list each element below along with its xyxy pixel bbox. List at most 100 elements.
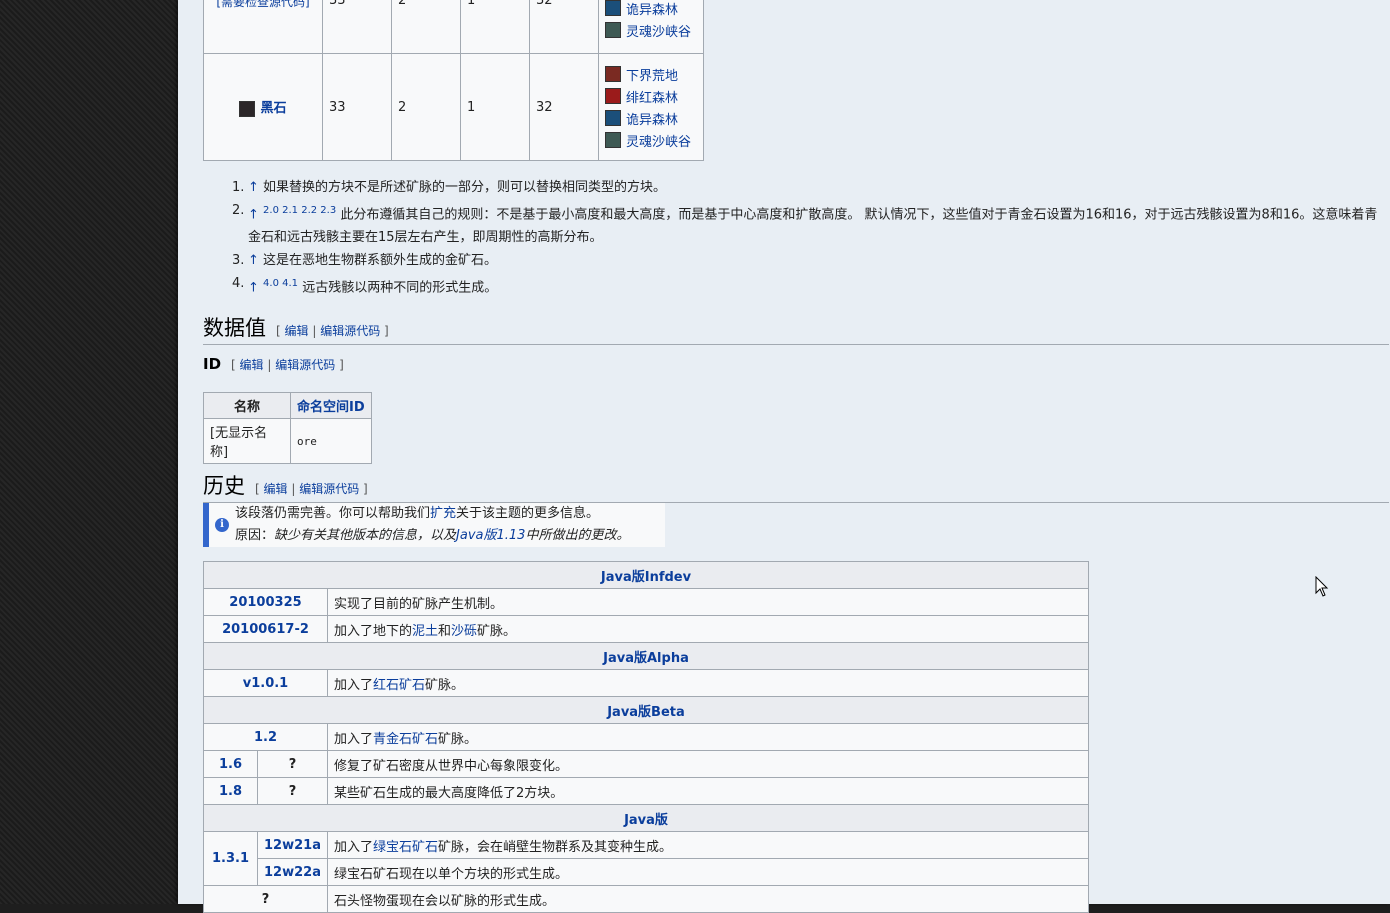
table-row: [需要检查源代码] 33 2 1 32 诡异森林 灵魂沙峡谷	[203, 0, 704, 54]
biome-link[interactable]: 灵魂沙峡谷	[626, 131, 691, 150]
table-cell: 33	[322, 0, 392, 54]
table-row: [无显示名称] ore	[203, 418, 372, 464]
edit-links: [ 编辑 | 编辑源代码 ]	[276, 324, 389, 338]
version-link[interactable]: v1.0.1	[243, 676, 289, 691]
redstone-ore-link[interactable]: 红石矿石	[373, 678, 425, 693]
section-heading-history: 历史[ 编辑 | 编辑源代码 ]	[203, 470, 1389, 503]
table-cell: 2	[391, 53, 461, 161]
biome-link[interactable]: 诡异森林	[626, 109, 678, 128]
nether-wastes-icon	[605, 66, 621, 82]
dirt-link[interactable]: 泥土	[412, 624, 438, 639]
biome-link[interactable]: 灵魂沙峡谷	[626, 21, 691, 40]
backlink-arrow[interactable]: ↑	[248, 207, 259, 222]
table-row: 20100325 实现了目前的矿脉产生机制。	[203, 588, 1090, 616]
edit-source-link[interactable]: 编辑源代码	[320, 324, 380, 338]
article-content: [需要检查源代码] 33 2 1 32 诡异森林 灵魂沙峡谷 黑石 33 2 1…	[178, 0, 1390, 913]
version-link[interactable]: 1.6	[219, 757, 242, 772]
backlink-sups[interactable]: 4.0 4.1	[263, 278, 298, 289]
table-cell: 1	[460, 0, 530, 54]
edit-links: [ 编辑 | 编辑源代码 ]	[255, 482, 368, 496]
footnotes-list: 1. ↑ 如果替换的方块不是所述矿脉的一部分，则可以替换相同类型的方块。 2. ↑ …	[232, 176, 1382, 300]
footnote: 2. ↑ 2.0 2.1 2.2 2.3 此分布遵循其自己的规则：不是基于最小高度…	[232, 203, 1378, 246]
table-cell: 33	[322, 53, 392, 161]
backlink-arrow[interactable]: ↑	[248, 281, 259, 296]
backlink-arrow[interactable]: ↑	[248, 180, 259, 195]
biome-link[interactable]: 下界荒地	[626, 65, 678, 84]
biome-item[interactable]: 绯红森林	[605, 85, 697, 107]
namespaced-id-link[interactable]: 命名空间ID	[297, 400, 365, 415]
snapshot-link[interactable]: 12w22a	[264, 865, 321, 880]
version-link[interactable]: 1.3.1	[212, 851, 249, 866]
beta-header-link[interactable]: Java版Beta	[607, 705, 685, 720]
version-link[interactable]: 20100325	[229, 595, 301, 610]
column-header-id: 命名空间ID	[290, 392, 372, 419]
table-row: ? 石头怪物蛋现在会以矿脉的形式生成。	[203, 885, 1090, 913]
ore-distribution-table: [需要检查源代码] 33 2 1 32 诡异森林 灵魂沙峡谷 黑石 33 2 1…	[203, 0, 704, 161]
java-header-link[interactable]: Java版	[624, 813, 668, 828]
id-value: ore	[297, 434, 317, 448]
lapis-ore-link[interactable]: 青金石矿石	[373, 732, 438, 747]
table-cell: ore	[290, 418, 372, 464]
infdev-header-link[interactable]: Java版Infdev	[601, 570, 691, 585]
version-link[interactable]: 20100617-2	[222, 622, 309, 637]
table-row: v1.0.1 加入了红石矿石矿脉。	[203, 669, 1090, 697]
gravel-link[interactable]: 沙砾	[451, 624, 477, 639]
blackstone-icon	[239, 100, 256, 117]
footnote: 4. ↑ 4.0 4.1 远古残骸以两种不同的形式生成。	[232, 276, 498, 296]
blackstone-link[interactable]: 黑石	[260, 101, 286, 116]
biome-link[interactable]: 诡异森林	[626, 0, 678, 18]
table-row: 20100617-2 加入了地下的泥土和沙砾矿脉。	[203, 615, 1090, 643]
table-row: 1.2 加入了青金石矿石矿脉。	[203, 723, 1090, 751]
soul-sand-valley-icon	[605, 22, 621, 38]
version-link[interactable]: 1.2	[254, 730, 277, 745]
check-source-link[interactable]: [需要检查源代码]	[216, 0, 309, 9]
table-cell: 2	[391, 0, 461, 54]
table-cell: 32	[529, 53, 599, 161]
table-header-row: 名称 命名空间ID	[203, 392, 372, 419]
snapshot-link[interactable]: 12w21a	[264, 838, 321, 853]
column-header-name: 名称	[203, 392, 291, 419]
emerald-ore-link[interactable]: 绿宝石矿石	[373, 840, 438, 855]
table-row: Java版Infdev	[203, 561, 1089, 589]
info-icon: i	[215, 518, 229, 532]
edit-link[interactable]: 编辑	[240, 358, 264, 372]
backlink-sups[interactable]: 2.0 2.1 2.2 2.3	[263, 205, 336, 216]
edit-link[interactable]: 编辑	[285, 324, 309, 338]
biome-item[interactable]: 下界荒地	[605, 63, 697, 85]
biome-cell: 下界荒地 绯红森林 诡异森林 灵魂沙峡谷	[598, 53, 704, 161]
warped-forest-icon	[605, 110, 621, 126]
table-cell: [无显示名称]	[203, 418, 291, 464]
biome-cell: 诡异森林 灵魂沙峡谷	[598, 0, 704, 54]
table-row: 黑石 33 2 1 32 下界荒地 绯红森林 诡异森林 灵魂沙峡谷	[203, 53, 704, 161]
table-row: Java版	[203, 804, 1089, 832]
table-row: Java版Beta	[203, 696, 1089, 724]
java-113-link[interactable]: Java版1.13	[456, 528, 525, 543]
edit-source-link[interactable]: 编辑源代码	[275, 358, 335, 372]
biome-item[interactable]: 诡异森林	[605, 0, 697, 19]
footnote: 3. ↑ 这是在恶地生物群系额外生成的金矿石。	[232, 253, 498, 269]
biome-item[interactable]: 灵魂沙峡谷	[605, 129, 697, 151]
table-row: 12w22a 绿宝石矿石现在以单个方块的形式生成。	[204, 858, 1090, 886]
table-row: 1.6? 修复了矿石密度从世界中心每象限变化。	[203, 750, 1090, 778]
mouse-cursor-icon	[1315, 576, 1329, 597]
version-link[interactable]: 1.8	[219, 784, 242, 799]
table-row: 1.3.1 12w21a 加入了绿宝石矿石矿脉，会在峭壁生物群系及其变种生成。	[203, 831, 1090, 886]
history-table: Java版Infdev 20100325 实现了目前的矿脉产生机制。 201006…	[203, 561, 1090, 913]
section-heading-data-values: 数据值[ 编辑 | 编辑源代码 ]	[203, 312, 1389, 345]
footnote: 1. ↑ 如果替换的方块不是所述矿脉的一部分，则可以替换相同类型的方块。	[232, 180, 667, 195]
edit-links: [ 编辑 | 编辑源代码 ]	[231, 358, 344, 372]
section-heading-id: ID[ 编辑 | 编辑源代码 ]	[203, 355, 344, 373]
expand-link[interactable]: 扩充	[430, 506, 456, 521]
table-row: 1.8? 某些矿石生成的最大高度降低了2方块。	[203, 777, 1090, 805]
backlink-arrow[interactable]: ↑	[248, 253, 259, 268]
desktop-background	[0, 0, 178, 904]
edit-link[interactable]: 编辑	[264, 482, 288, 496]
id-table: 名称 命名空间ID [无显示名称] ore	[203, 392, 372, 464]
biome-item[interactable]: 诡异森林	[605, 107, 697, 129]
edit-source-link[interactable]: 编辑源代码	[299, 482, 359, 496]
alpha-header-link[interactable]: Java版Alpha	[603, 651, 689, 666]
biome-link[interactable]: 绯红森林	[626, 87, 678, 106]
crimson-forest-icon	[605, 88, 621, 104]
biome-item[interactable]: 灵魂沙峡谷	[605, 19, 697, 41]
table-cell: 1	[460, 53, 530, 161]
